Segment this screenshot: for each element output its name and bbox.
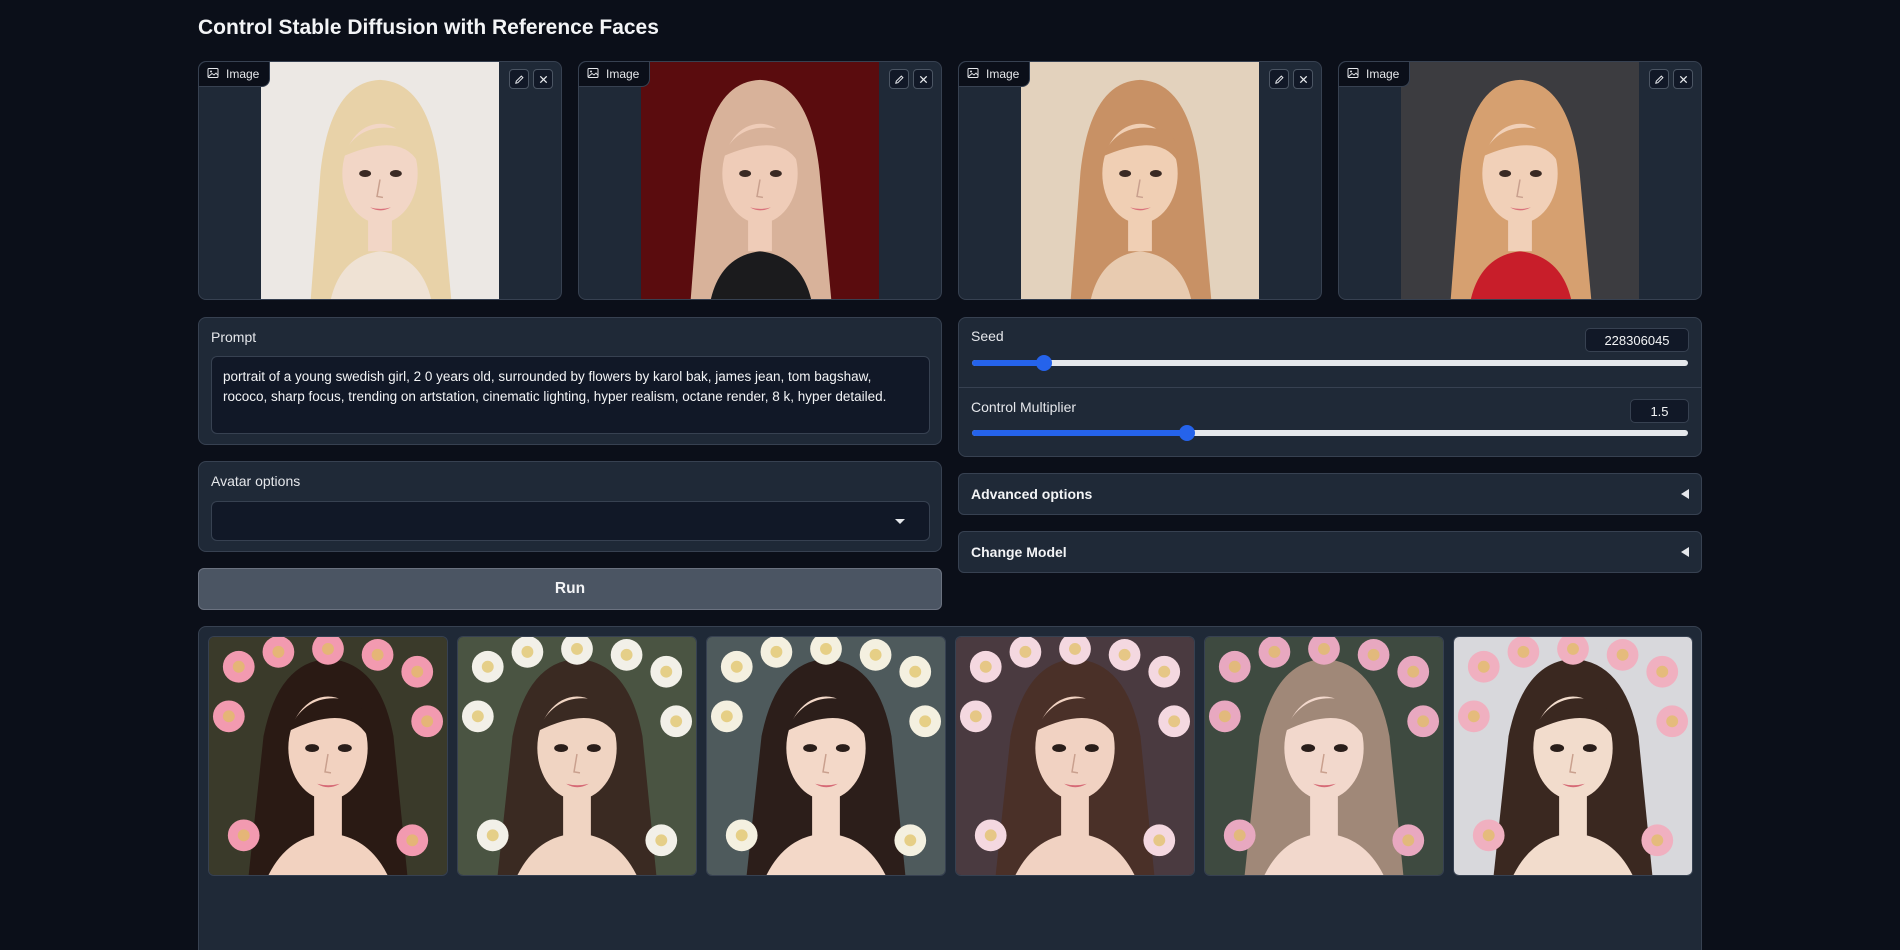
image-input-card[interactable]: Image — [1338, 61, 1702, 300]
gallery-image[interactable] — [706, 636, 946, 876]
output-gallery — [198, 626, 1702, 950]
image-icon — [207, 67, 219, 82]
gallery-image[interactable] — [955, 636, 1195, 876]
image-tools — [1649, 69, 1693, 89]
image-tools — [509, 69, 553, 89]
image-label-text: Image — [606, 67, 640, 81]
avatar-options-dropdown[interactable] — [211, 501, 930, 541]
image-label-text: Image — [1366, 67, 1400, 81]
reference-face-image — [641, 62, 879, 299]
prompt-label: Prompt — [211, 329, 257, 345]
avatar-options-panel: Avatar options — [198, 461, 942, 552]
prompt-textarea[interactable]: portrait of a young swedish girl, 2 0 ye… — [211, 356, 930, 434]
page-title: Control Stable Diffusion with Reference … — [198, 16, 659, 39]
reference-face-image — [261, 62, 499, 299]
collapse-arrow-icon — [1681, 547, 1689, 557]
control-multiplier-slider-fill — [972, 430, 1187, 436]
image-label: Image — [579, 62, 651, 87]
seed-input[interactable]: 228306045 — [1585, 328, 1689, 352]
close-icon[interactable] — [533, 69, 553, 89]
image-label-text: Image — [226, 67, 260, 81]
reference-face-image — [1021, 62, 1259, 299]
sliders-panel: Seed 228306045 Control Multiplier 1.5 — [958, 317, 1702, 457]
edit-icon[interactable] — [1269, 69, 1289, 89]
image-input-card[interactable]: Image — [198, 61, 562, 300]
control-multiplier-slider-thumb[interactable] — [1178, 425, 1195, 441]
image-icon — [1347, 67, 1359, 82]
image-icon — [967, 67, 979, 82]
image-label: Image — [199, 62, 271, 87]
close-icon[interactable] — [1673, 69, 1693, 89]
chevron-down-icon — [895, 519, 905, 524]
control-multiplier-slider[interactable] — [972, 425, 1688, 441]
prompt-panel: Prompt portrait of a young swedish girl,… — [198, 317, 942, 445]
image-icon — [587, 67, 599, 82]
gallery-image[interactable] — [1453, 636, 1693, 876]
gallery-image[interactable] — [1204, 636, 1444, 876]
seed-slider-thumb[interactable] — [1035, 355, 1052, 371]
close-icon[interactable] — [913, 69, 933, 89]
close-icon[interactable] — [1293, 69, 1313, 89]
image-tools — [1269, 69, 1313, 89]
image-label: Image — [959, 62, 1031, 87]
avatar-options-label: Avatar options — [211, 473, 301, 489]
image-tools — [889, 69, 933, 89]
seed-slider[interactable] — [972, 355, 1688, 371]
advanced-options-label: Advanced options — [971, 486, 1093, 502]
image-label-text: Image — [986, 67, 1020, 81]
change-model-label: Change Model — [971, 544, 1067, 560]
control-multiplier-label: Control Multiplier — [971, 399, 1077, 415]
edit-icon[interactable] — [509, 69, 529, 89]
control-multiplier-input[interactable]: 1.5 — [1630, 399, 1689, 423]
divider — [959, 387, 1701, 388]
gallery-image[interactable] — [208, 636, 448, 876]
collapse-arrow-icon — [1681, 489, 1689, 499]
edit-icon[interactable] — [889, 69, 909, 89]
image-label: Image — [1339, 62, 1411, 87]
seed-slider-fill — [972, 360, 1044, 366]
reference-face-image — [1401, 62, 1639, 299]
gallery-image[interactable] — [457, 636, 697, 876]
change-model-accordion[interactable]: Change Model — [958, 531, 1702, 573]
edit-icon[interactable] — [1649, 69, 1669, 89]
run-button[interactable]: Run — [198, 568, 942, 610]
image-input-card[interactable]: Image — [578, 61, 942, 300]
image-input-card[interactable]: Image — [958, 61, 1322, 300]
advanced-options-accordion[interactable]: Advanced options — [958, 473, 1702, 515]
seed-label: Seed — [971, 328, 1004, 344]
